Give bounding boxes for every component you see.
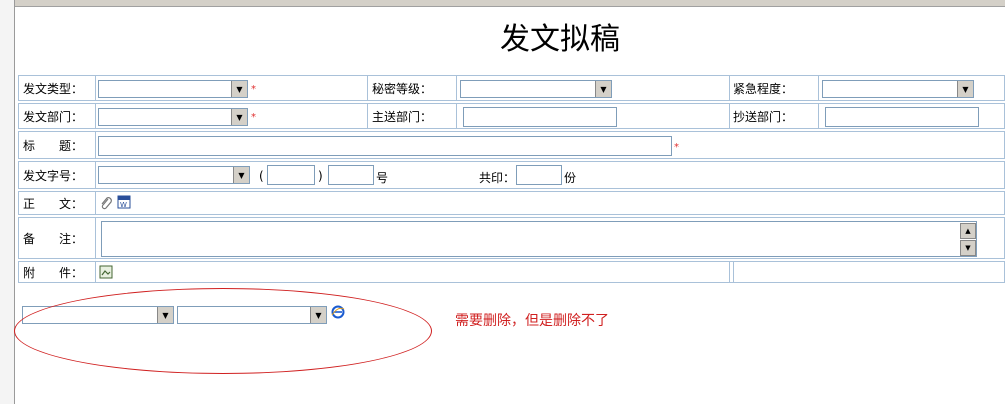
remarks-label: 备 注： bbox=[23, 231, 84, 246]
row-subject: 标 题： * bbox=[18, 131, 1005, 159]
scroll-up-icon[interactable]: ▲ bbox=[960, 223, 976, 239]
required-mark: * bbox=[251, 112, 256, 123]
top-toolbar bbox=[0, 0, 1005, 7]
required-mark: * bbox=[251, 84, 256, 95]
cc-dept-label: 抄送部门： bbox=[733, 109, 794, 124]
main-recipient-input[interactable] bbox=[463, 107, 617, 127]
attachments-label: 附 件： bbox=[23, 265, 84, 280]
chevron-down-icon: ▼ bbox=[231, 81, 247, 97]
copies-input[interactable] bbox=[516, 165, 562, 185]
page-title: 发文拟稿 bbox=[500, 22, 620, 57]
issuing-dept-select[interactable]: ▼ bbox=[98, 108, 248, 126]
paperclip-icon[interactable] bbox=[99, 196, 113, 210]
cc-dept-input[interactable] bbox=[825, 107, 979, 127]
remarks-textarea[interactable]: ▲ ▼ bbox=[101, 221, 977, 257]
urgency-label: 紧急程度： bbox=[733, 81, 794, 96]
row-type: 发文类型： ▼ * 秘密等级： ▼ 紧急程度： ▼ bbox=[18, 75, 1005, 101]
attachment-image-icon[interactable] bbox=[99, 265, 113, 279]
secret-level-select[interactable]: ▼ bbox=[460, 80, 612, 98]
subject-input[interactable] bbox=[98, 136, 672, 156]
annotation-note: 需要删除，但是删除不了 bbox=[455, 313, 609, 329]
open-paren: ( bbox=[259, 169, 264, 183]
doc-number-prefix-select[interactable]: ▼ bbox=[98, 166, 250, 184]
doc-number-label: 发文字号： bbox=[23, 168, 84, 183]
required-mark: * bbox=[674, 142, 679, 153]
svg-text:W: W bbox=[120, 201, 127, 209]
main-recipient-label: 主送部门： bbox=[372, 109, 433, 124]
subject-label: 标 题： bbox=[23, 138, 84, 153]
doc-number-unit: 号 bbox=[376, 171, 389, 185]
doc-type-select[interactable]: ▼ bbox=[98, 80, 248, 98]
copies-unit: 份 bbox=[564, 171, 577, 185]
chevron-down-icon: ▼ bbox=[595, 81, 611, 97]
row-dept: 发文部门： ▼ * 主送部门： 抄送部门： bbox=[18, 103, 1005, 129]
word-document-icon[interactable]: W bbox=[117, 195, 131, 209]
row-attachments: 附 件： bbox=[18, 261, 1005, 283]
left-scroll-edge bbox=[0, 0, 15, 404]
secret-level-label: 秘密等级： bbox=[372, 81, 433, 96]
scroll-down-icon[interactable]: ▼ bbox=[960, 240, 976, 256]
row-doc-number: 发文字号： ▼ ( ) 号 共印： 份 bbox=[18, 161, 1005, 189]
chevron-down-icon: ▼ bbox=[233, 167, 249, 183]
copies-label: 共印： bbox=[479, 171, 516, 185]
urgency-select[interactable]: ▼ bbox=[822, 80, 974, 98]
annotation-ellipse bbox=[14, 288, 432, 374]
chevron-down-icon: ▼ bbox=[957, 81, 973, 97]
doc-year-input[interactable] bbox=[267, 165, 315, 185]
row-body: 正 文： W bbox=[18, 191, 1005, 215]
close-paren: ) bbox=[318, 169, 323, 183]
body-label: 正 文： bbox=[23, 196, 84, 211]
issuing-dept-label: 发文部门： bbox=[23, 109, 84, 124]
chevron-down-icon: ▼ bbox=[231, 109, 247, 125]
doc-type-label: 发文类型： bbox=[23, 81, 84, 96]
doc-serial-input[interactable] bbox=[328, 165, 374, 185]
row-remarks: 备 注： ▲ ▼ bbox=[18, 217, 1005, 259]
